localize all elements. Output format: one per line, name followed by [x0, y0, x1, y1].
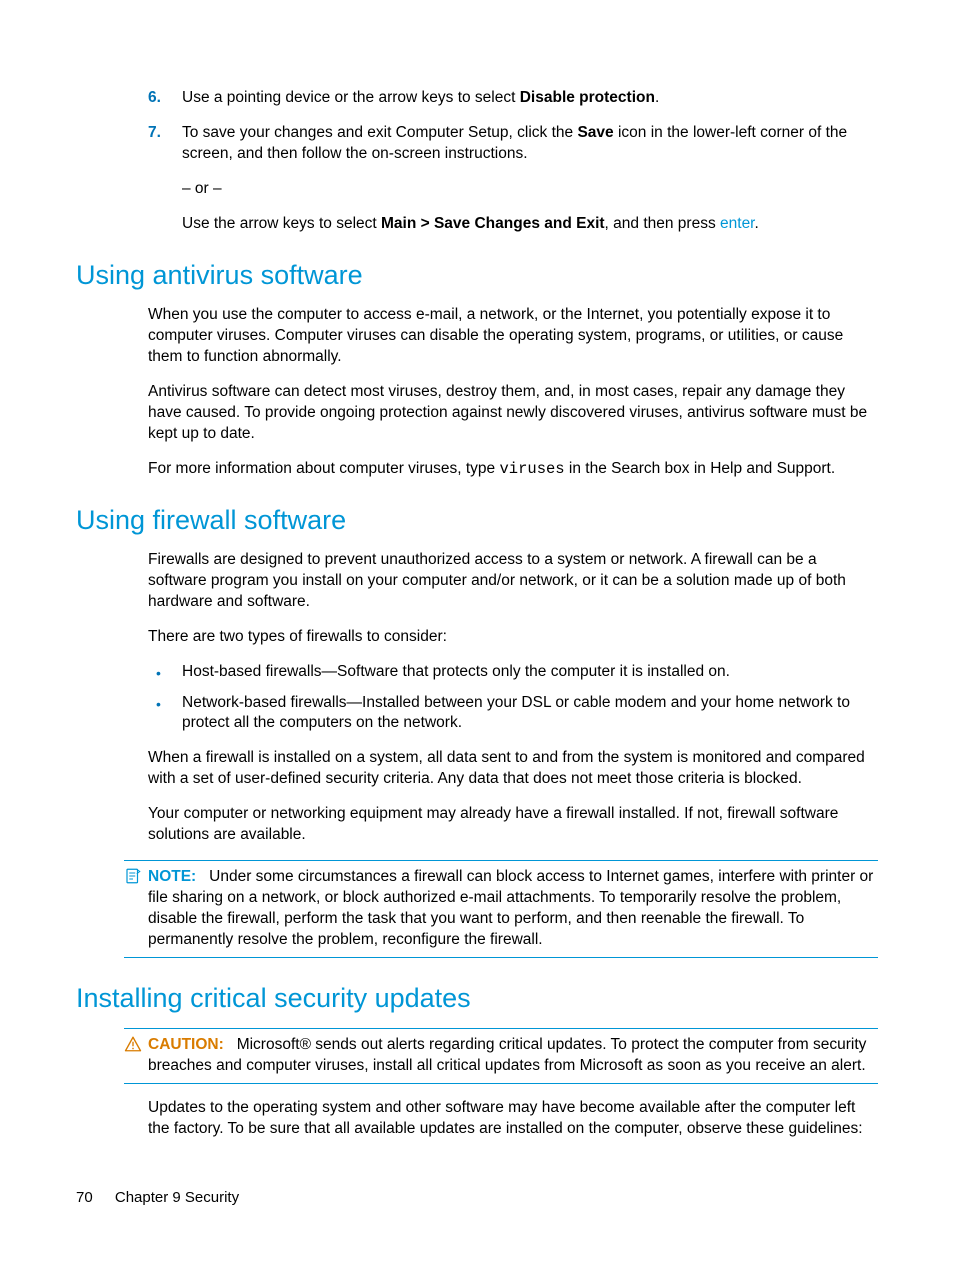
heading-antivirus: Using antivirus software — [76, 257, 878, 293]
step-text: . — [655, 89, 659, 106]
step-text: Use the arrow keys to select — [182, 215, 381, 232]
mono-text: viruses — [499, 460, 564, 478]
heading-updates: Installing critical security updates — [76, 980, 878, 1016]
step-bold: Main > Save Changes and Exit — [381, 215, 605, 232]
paragraph: Antivirus software can detect most virus… — [148, 382, 878, 445]
caution-text: Microsoft® sends out alerts regarding cr… — [148, 1036, 866, 1074]
step-bold: Disable protection — [520, 89, 655, 106]
page-content: 6. Use a pointing device or the arrow ke… — [76, 88, 878, 1140]
step-line: Use the arrow keys to select Main > Save… — [182, 214, 878, 235]
step-text: Use a pointing device or the arrow keys … — [182, 89, 520, 106]
page-number: 70 — [76, 1189, 93, 1206]
ordered-step-7: 7. To save your changes and exit Compute… — [76, 123, 878, 235]
step-body: To save your changes and exit Computer S… — [182, 123, 878, 235]
caution-body: CAUTION: Microsoft® sends out alerts reg… — [124, 1035, 878, 1077]
step-number: 7. — [148, 123, 182, 235]
paragraph: For more information about computer viru… — [148, 459, 878, 480]
chapter-label: Chapter 9 Security — [115, 1189, 239, 1206]
paragraph: Firewalls are designed to prevent unauth… — [148, 550, 878, 613]
list-item: Host-based firewalls—Software that prote… — [148, 662, 878, 683]
paragraph: When you use the computer to access e-ma… — [148, 305, 878, 368]
caution-callout: CAUTION: Microsoft® sends out alerts reg… — [124, 1028, 878, 1084]
note-text: Under some circumstances a firewall can … — [148, 868, 873, 948]
step-bold: Save — [577, 124, 613, 141]
paragraph-text: For more information about computer viru… — [148, 460, 499, 477]
step-text: To save your changes and exit Computer S… — [182, 124, 577, 141]
key-enter: enter — [720, 215, 754, 232]
section-body: Firewalls are designed to prevent unauth… — [148, 550, 878, 846]
step-text: . — [755, 215, 759, 232]
heading-firewall: Using firewall software — [76, 502, 878, 538]
paragraph: When a firewall is installed on a system… — [148, 748, 878, 790]
step-text: , and then press — [605, 215, 720, 232]
section-body: When you use the computer to access e-ma… — [148, 305, 878, 479]
paragraph: Updates to the operating system and othe… — [148, 1098, 878, 1140]
list-item: Network-based firewalls—Installed betwee… — [148, 693, 878, 735]
paragraph: There are two types of firewalls to cons… — [148, 627, 878, 648]
paragraph-text: in the Search box in Help and Support. — [565, 460, 836, 477]
paragraph: Your computer or networking equipment ma… — [148, 804, 878, 846]
step-body: Use a pointing device or the arrow keys … — [182, 88, 878, 109]
page-footer: 70 Chapter 9 Security — [76, 1188, 239, 1208]
step-or: – or – — [182, 179, 878, 200]
note-body: NOTE: Under some circumstances a firewal… — [124, 867, 878, 951]
step-line: To save your changes and exit Computer S… — [182, 123, 878, 165]
ordered-step-6: 6. Use a pointing device or the arrow ke… — [76, 88, 878, 109]
section-body: Updates to the operating system and othe… — [148, 1098, 878, 1140]
note-icon — [124, 867, 142, 885]
caution-label: CAUTION: — [148, 1036, 224, 1053]
note-label: NOTE: — [148, 868, 196, 885]
step-number: 6. — [148, 88, 182, 109]
note-callout: NOTE: Under some circumstances a firewal… — [124, 860, 878, 958]
caution-icon — [124, 1035, 142, 1053]
bullet-list: Host-based firewalls—Software that prote… — [148, 662, 878, 735]
